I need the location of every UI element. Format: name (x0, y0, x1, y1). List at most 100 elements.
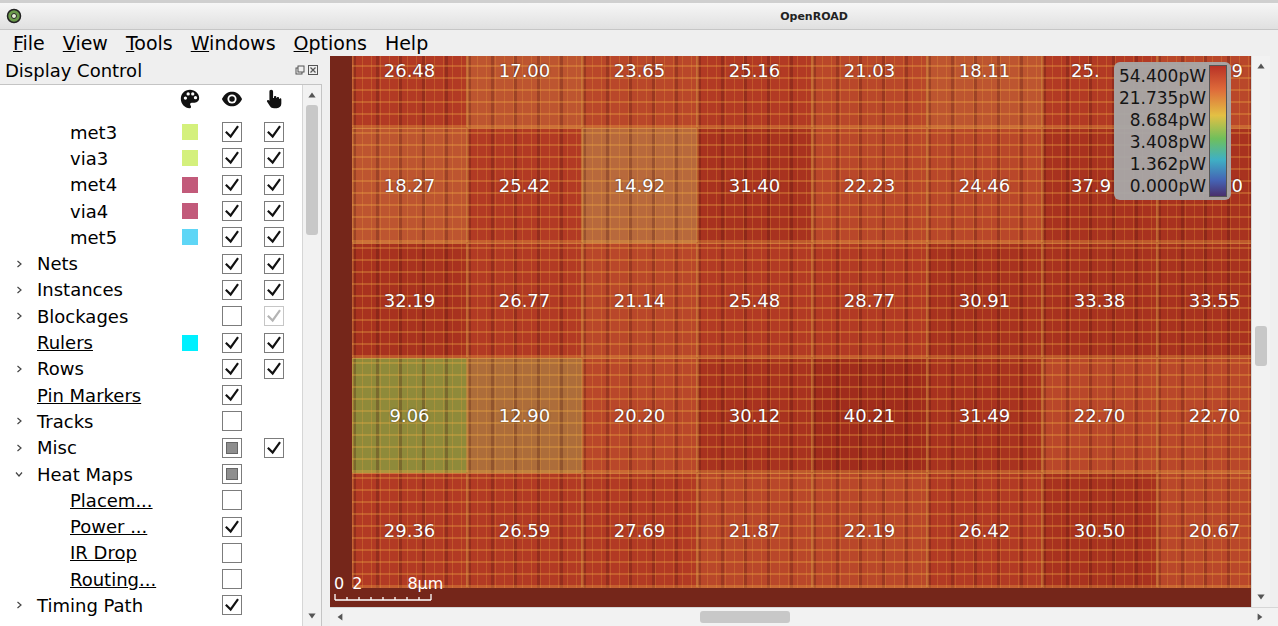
tree-item[interactable]: via3 (0, 145, 302, 171)
visible-checkbox[interactable] (222, 280, 242, 300)
color-swatch[interactable] (182, 229, 198, 245)
visible-checkbox[interactable] (222, 254, 242, 274)
visible-checkbox[interactable] (222, 595, 242, 615)
visible-checkbox[interactable] (222, 201, 242, 221)
tree-item[interactable]: Rulers (0, 329, 302, 355)
visible-checkbox[interactable] (222, 148, 242, 168)
tree-item[interactable]: Blockages (0, 303, 302, 329)
color-swatch[interactable] (182, 150, 198, 166)
tree-item[interactable]: met3 (0, 119, 302, 145)
color-swatch[interactable] (182, 203, 198, 219)
visible-checkbox[interactable] (222, 464, 242, 484)
selectable-checkbox[interactable] (264, 359, 284, 379)
selectable-checkbox[interactable] (264, 227, 284, 247)
selectable-checkbox[interactable] (264, 122, 284, 142)
scale-label: 2 (352, 575, 362, 593)
tree-item[interactable]: via4 (0, 198, 302, 224)
visible-checkbox[interactable] (222, 517, 242, 537)
scroll-up-icon[interactable] (306, 89, 318, 101)
tree-item[interactable]: Pin Markers (0, 382, 302, 408)
collapsed-arrow-icon[interactable] (14, 259, 24, 269)
collapsed-arrow-icon[interactable] (14, 364, 24, 374)
color-swatch[interactable] (182, 177, 198, 193)
selectable-checkbox[interactable] (264, 438, 284, 458)
view-vertical-scrollbar[interactable] (1251, 56, 1270, 607)
selectable-checkbox[interactable] (264, 254, 284, 274)
tree-item[interactable]: Timing Path (0, 592, 302, 618)
visible-checkbox[interactable] (222, 227, 242, 247)
menu-item[interactable]: Tools (117, 32, 182, 54)
visible-checkbox[interactable] (222, 175, 242, 195)
visible-checkbox[interactable] (222, 438, 242, 458)
menu-item[interactable]: Help (376, 32, 437, 54)
visible-checkbox[interactable] (222, 411, 242, 431)
heat-map-cell: 25.48 (697, 243, 812, 358)
collapsed-arrow-icon[interactable] (14, 600, 24, 610)
menu-item[interactable]: Windows (182, 32, 285, 54)
scroll-right-icon[interactable] (1254, 611, 1266, 623)
scroll-down-icon[interactable] (1255, 591, 1267, 603)
scroll-thumb[interactable] (700, 611, 790, 623)
tree-item[interactable]: met4 (0, 172, 302, 198)
cell-value: 22.23 (844, 175, 896, 196)
menu-item[interactable]: Options (285, 32, 376, 54)
tree-item[interactable]: Heat Maps (0, 461, 302, 487)
item-label: Tracks (37, 411, 93, 432)
tree-item[interactable]: Power ... (0, 513, 302, 539)
tree-item[interactable]: Instances (0, 277, 302, 303)
collapsed-arrow-icon[interactable] (14, 285, 24, 295)
menu-item[interactable]: File (4, 32, 54, 54)
selectable-checkbox[interactable] (264, 148, 284, 168)
scroll-up-icon[interactable] (1255, 60, 1267, 72)
visible-checkbox[interactable] (222, 359, 242, 379)
tree-item[interactable]: IR Drop (0, 540, 302, 566)
cell-value: 22.70 (1189, 405, 1241, 426)
visible-checkbox[interactable] (222, 490, 242, 510)
expanded-arrow-icon[interactable] (14, 469, 24, 479)
tree-item[interactable]: Tracks (0, 408, 302, 434)
selectable-checkbox[interactable] (264, 175, 284, 195)
tree-item[interactable]: Misc (0, 435, 302, 461)
visible-checkbox[interactable] (222, 543, 242, 563)
selectable-checkbox[interactable] (264, 333, 284, 353)
visible-checkbox[interactable] (222, 306, 242, 326)
scroll-thumb[interactable] (306, 105, 318, 235)
item-label: via4 (70, 201, 108, 222)
visible-checkbox[interactable] (222, 122, 242, 142)
title-bar: OpenROAD (0, 0, 1278, 30)
panel-scrollbar[interactable] (302, 85, 321, 626)
scroll-left-icon[interactable] (334, 611, 346, 623)
splitter[interactable] (322, 56, 330, 626)
visible-checkbox[interactable] (222, 569, 242, 589)
visible-checkbox[interactable] (222, 385, 242, 405)
cell-value: 26.42 (959, 520, 1011, 541)
selectable-checkbox[interactable] (264, 306, 284, 326)
tree-item[interactable]: Rows (0, 356, 302, 382)
color-swatch[interactable] (182, 335, 198, 351)
tree-item[interactable]: Placem... (0, 487, 302, 513)
tree-item[interactable]: Routing... (0, 566, 302, 592)
close-icon[interactable] (308, 65, 318, 75)
collapsed-arrow-icon[interactable] (14, 311, 24, 321)
main-area: Display Control met3 via3 met4 via4 met5… (0, 56, 1278, 626)
float-icon[interactable] (295, 65, 305, 75)
check-icon (223, 386, 241, 404)
tree-item[interactable]: met5 (0, 224, 302, 250)
display-control-panel: Display Control met3 via3 met4 via4 met5… (0, 56, 322, 626)
collapsed-arrow-icon[interactable] (14, 416, 24, 426)
layout-canvas[interactable]: 26.4817.0023.6525.1621.0318.1125.918.272… (330, 56, 1251, 607)
selectable-checkbox[interactable] (264, 280, 284, 300)
collapsed-arrow-icon[interactable] (14, 443, 24, 453)
scroll-down-icon[interactable] (306, 610, 318, 622)
check-icon (223, 176, 241, 194)
view-horizontal-scrollbar[interactable] (330, 607, 1278, 626)
item-label: Pin Markers (37, 385, 141, 406)
cell-value: 32.19 (384, 290, 436, 311)
selectable-checkbox[interactable] (264, 201, 284, 221)
check-icon (265, 281, 283, 299)
scroll-thumb[interactable] (1255, 326, 1267, 366)
color-swatch[interactable] (182, 124, 198, 140)
visible-checkbox[interactable] (222, 333, 242, 353)
tree-item[interactable]: Nets (0, 250, 302, 276)
menu-item[interactable]: View (54, 32, 117, 54)
